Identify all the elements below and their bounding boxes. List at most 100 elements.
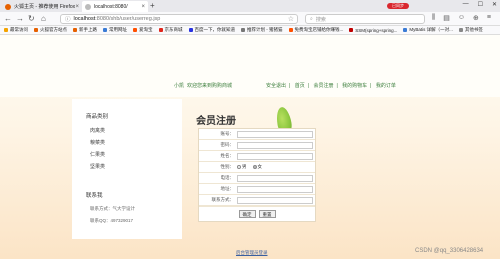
category-item[interactable]: 仁果类 <box>90 151 105 158</box>
close-tab-icon[interactable]: × <box>75 4 79 10</box>
watermark: CSDN @qq_3306428634 <box>415 248 484 254</box>
search-input[interactable]: ⌕ 搜索 <box>305 14 425 24</box>
menu-icon[interactable]: ≡ <box>487 14 491 22</box>
form-row-phone: 电话： <box>199 173 315 184</box>
bookmark-favicon-icon <box>188 28 193 32</box>
bookmark-star-icon[interactable]: ☆ <box>288 15 294 23</box>
admin-login-link[interactable]: 后台管理员登录 <box>236 250 268 256</box>
bookmark-item[interactable]: 百度一下，你就知道 <box>188 27 235 33</box>
password-input[interactable] <box>237 141 313 149</box>
contact-line: 联系方式：气大学设计 <box>90 206 135 211</box>
bookmark-favicon-icon <box>73 28 77 32</box>
info-icon: ⓘ <box>65 17 71 23</box>
form-row-gender: 性别： 男 女 <box>199 162 315 173</box>
form-row-name: 姓名： <box>199 151 315 162</box>
bookmark-item[interactable]: MyBatis 详解（一对... <box>403 27 453 33</box>
home-link[interactable]: 首页 <box>295 83 305 89</box>
sidebar-icon[interactable]: ▤ <box>443 14 450 22</box>
gender-label: 性别： <box>220 164 235 169</box>
address-input[interactable] <box>237 185 313 193</box>
account-icon[interactable]: ☺ <box>458 14 465 22</box>
gender-male-radio[interactable] <box>237 165 241 169</box>
register-link[interactable]: 会员注册 <box>313 83 333 89</box>
reload-icon[interactable]: ↻ <box>28 14 35 23</box>
form-buttons: 确定 重置 <box>199 206 315 221</box>
contact-input[interactable] <box>237 196 313 204</box>
home-icon[interactable]: ⌂ <box>41 14 46 23</box>
sidebar: 商品类别 肉禽类 粮菜类 仁果类 坚果类 联系我 联系方式：气大学设计 联系QQ… <box>72 99 182 239</box>
url-host: localhost <box>73 16 96 22</box>
category-item[interactable]: 坚果类 <box>90 163 105 170</box>
welcome-text: 欢迎您来到购购商城 <box>187 83 233 89</box>
bookmark-favicon-icon <box>349 28 354 32</box>
bookmark-item[interactable]: 常用网址 <box>103 27 127 33</box>
form-row-account: 账号： <box>199 129 315 140</box>
gender-female-radio[interactable] <box>252 165 257 169</box>
logout-link[interactable]: 安全退出 <box>266 83 286 89</box>
account-label: 账号： <box>220 131 235 136</box>
separator: | <box>289 83 291 89</box>
address-label: 地址： <box>220 186 235 191</box>
bookmark-item[interactable]: 最常访问 <box>4 27 28 33</box>
bookmark-item[interactable]: 火狐官方站点 <box>34 27 67 33</box>
close-tab-icon[interactable]: × <box>141 4 145 10</box>
bookmark-favicon-icon <box>133 28 137 32</box>
form-row-address: 地址： <box>199 184 315 195</box>
bookmark-favicon-icon <box>288 28 293 32</box>
search-icon: ⌕ <box>310 16 313 22</box>
account-input[interactable] <box>237 130 313 138</box>
bookmark-item[interactable]: 新手上路 <box>73 27 97 33</box>
navigation-toolbar: ← → ↻ ⌂ ⓘ localhost:8080/shb/user/userre… <box>0 12 500 26</box>
name-input[interactable] <box>237 152 313 160</box>
bookmark-item[interactable]: 推荐计划 - 猪猪猫 <box>241 27 283 33</box>
bookmark-item[interactable]: 其他书签 <box>458 27 483 33</box>
bookmark-favicon-icon <box>4 28 8 32</box>
contact-label: 联系方式： <box>211 197 235 202</box>
account-sync-badge[interactable]: 已同步 <box>387 3 409 9</box>
contact-qq: 联系QQ：497329017 <box>90 218 134 223</box>
reset-button[interactable]: 重置 <box>258 210 276 218</box>
separator: | <box>370 83 372 89</box>
browser-tab-bar: 火狐主页 - 推荐使用 Firefox × localhost:8080/ × … <box>0 0 500 12</box>
tab-localhost[interactable]: localhost:8080/ × <box>82 1 148 12</box>
new-tab-button[interactable]: + <box>150 1 155 10</box>
form-row-password: 密码： <box>199 140 315 151</box>
bookmarks-toolbar: 最常访问 火狐官方站点 新手上路 常用网址 爱淘宝 京东商城 百度一下，你就知道… <box>0 26 500 35</box>
back-arrow-icon[interactable]: ← <box>4 14 12 23</box>
category-item[interactable]: 肉禽类 <box>90 127 105 134</box>
welcome-message: 小凯 欢迎您来到购购商城 <box>174 82 235 89</box>
tab-label: 火狐主页 - 推荐使用 Firefox <box>14 4 76 10</box>
form-row-contact: 联系方式： <box>199 195 315 206</box>
tab-label: localhost:8080/ <box>94 3 128 10</box>
bookmark-favicon-icon <box>103 28 107 32</box>
category-item[interactable]: 粮菜类 <box>90 139 105 146</box>
bookmark-item[interactable]: 京东商城 <box>158 27 183 33</box>
forward-arrow-icon[interactable]: → <box>16 14 24 23</box>
registration-title: 会员注册 <box>196 116 236 127</box>
cart-link[interactable]: 我的购物车 <box>342 83 367 89</box>
bookmark-item[interactable]: SSM(spring+spring... <box>349 28 397 33</box>
name-label: 姓名： <box>220 153 235 158</box>
password-label: 密码： <box>220 142 235 147</box>
bookmark-item[interactable]: 爱淘宝 <box>133 27 153 33</box>
page-header <box>0 35 500 97</box>
bookmark-item[interactable]: 免费淘宝店铺给你赚钱... <box>288 27 343 33</box>
gender-male-label: 男 <box>242 164 247 169</box>
extensions-icon[interactable]: ⊕ <box>473 14 479 22</box>
maximize-icon[interactable]: ☐ <box>478 1 483 8</box>
library-icon[interactable]: ⫼ <box>432 14 435 22</box>
orders-link[interactable]: 我的订单 <box>376 83 396 89</box>
close-window-icon[interactable]: ✕ <box>492 1 497 8</box>
contact-heading: 联系我 <box>86 193 103 199</box>
minimize-icon[interactable]: — <box>463 1 469 8</box>
submit-button[interactable]: 确定 <box>238 210 256 218</box>
address-bar[interactable]: ⓘ localhost:8080/shb/user/userreg.jsp ☆ <box>60 14 298 24</box>
search-placeholder: 搜索 <box>315 16 326 23</box>
gender-female-label: 女 <box>257 164 263 169</box>
phone-input[interactable] <box>237 174 313 182</box>
page-favicon-icon <box>85 3 91 10</box>
separator: | <box>336 83 338 89</box>
phone-label: 电话： <box>220 175 235 180</box>
top-nav-links: 安全退出 | 首页 | 会员注册 | 我的购物车 | 我的订单 <box>266 82 399 89</box>
tab-firefox-home[interactable]: 火狐主页 - 推荐使用 Firefox × <box>2 1 82 12</box>
